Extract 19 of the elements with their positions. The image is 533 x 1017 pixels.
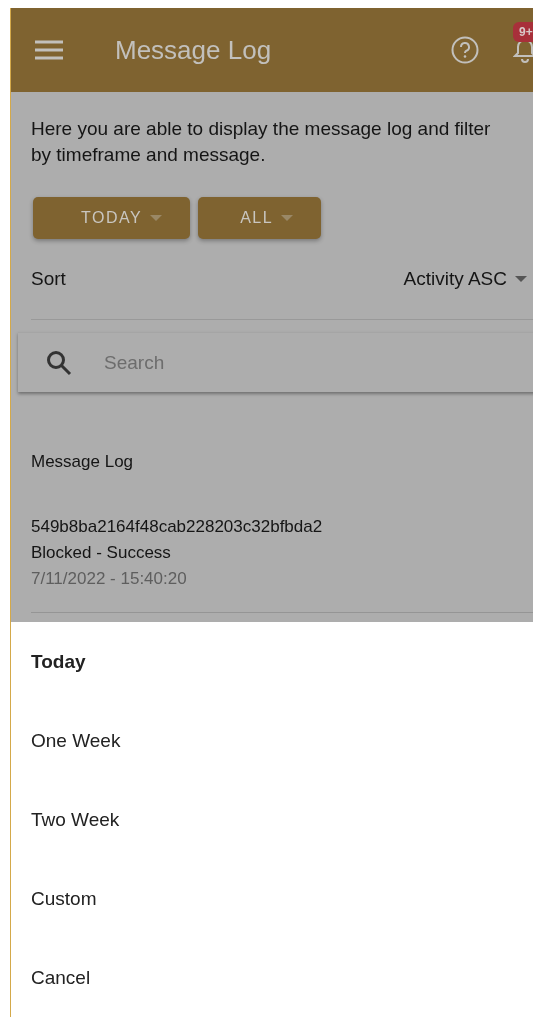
- message-status: Blocked - Success: [31, 542, 172, 564]
- section-title: Message Log: [31, 452, 135, 472]
- description-text: Here you are able to display the message log and filter by timeframe and message.: [31, 117, 492, 167]
- message-item[interactable]: 549b8ba2164f48cab228203c32bfbda2 Blocked - Success 7/11/2022 - 15:40:20: [31, 514, 533, 613]
- caret-icon: [515, 276, 527, 282]
- help-icon: [451, 36, 479, 64]
- message-time: 7/11/2022 - 15:40:20: [31, 568, 188, 590]
- caret-icon: [281, 215, 294, 221]
- notification-badge: 9+: [513, 22, 533, 42]
- menu-icon: [35, 40, 63, 60]
- page-title: Message Log: [115, 34, 273, 66]
- search-icon: [46, 349, 72, 376]
- caret-icon: [150, 215, 163, 221]
- message-id: 549b8ba2164f48cab228203c32bfbda2: [31, 516, 324, 538]
- sort-dropdown[interactable]: Activity ASC: [403, 268, 533, 290]
- help-button[interactable]: [451, 36, 479, 64]
- sort-label: Sort: [31, 268, 66, 290]
- search-field[interactable]: Search: [102, 350, 533, 375]
- menu-button[interactable]: [35, 40, 63, 60]
